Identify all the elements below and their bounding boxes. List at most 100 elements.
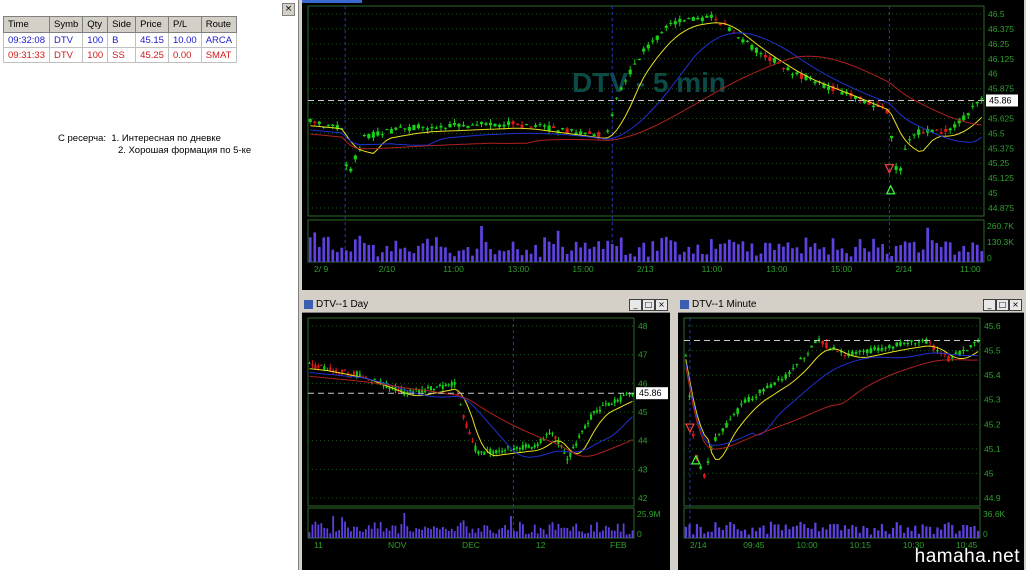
volume-bar — [688, 524, 691, 538]
candle-body — [480, 451, 483, 453]
volume-bar — [466, 247, 470, 262]
close-icon[interactable]: × — [282, 3, 295, 16]
column-header[interactable]: Side — [107, 16, 137, 33]
table-cell: 100 — [82, 32, 109, 48]
candle-body — [331, 124, 335, 127]
price-tick-label: 46 — [638, 378, 648, 388]
chart-5min[interactable]: DTV - 5 min 46.5 46.375 46.25 46.125 46 45.875… — [302, 0, 1024, 290]
candle-body — [504, 450, 507, 452]
candle-body — [688, 395, 691, 397]
column-header[interactable]: Price — [135, 16, 169, 33]
candle-body — [589, 414, 593, 420]
candle-body — [329, 367, 332, 371]
volume-bar — [615, 246, 619, 262]
volume-bar — [890, 255, 893, 262]
candle-body — [453, 381, 456, 385]
candle-body — [736, 37, 740, 39]
volume-bar — [928, 526, 932, 538]
volume-bar — [818, 249, 821, 262]
candle-body — [884, 347, 887, 349]
volume-bar — [628, 253, 632, 262]
candle-body — [438, 384, 441, 387]
price-tick-label: 45.25 — [988, 158, 1010, 168]
chart-5min-window[interactable]: DTV - 5 min 46.5 46.375 46.25 46.125 46 45.875… — [302, 0, 1024, 290]
candle-body — [773, 382, 776, 385]
column-header[interactable]: Symb — [48, 16, 84, 33]
column-header[interactable]: Time — [3, 16, 50, 33]
volume-bar — [341, 517, 343, 538]
volume-bar — [340, 247, 344, 262]
column-header[interactable]: Route — [200, 16, 238, 33]
candle-body — [628, 69, 632, 75]
time-axis-label: 2/14 — [895, 264, 912, 274]
candle-body — [962, 115, 966, 121]
candle-body — [786, 67, 790, 71]
column-header[interactable]: P/L — [167, 16, 202, 33]
candle-body — [637, 58, 641, 60]
volume-bar — [353, 239, 357, 262]
candle-body — [530, 446, 533, 449]
volume-bar — [660, 238, 664, 262]
price-tick-label: 46.375 — [988, 24, 1014, 34]
candle-body — [969, 345, 973, 348]
volume-bar — [692, 534, 695, 538]
candle-body — [566, 458, 569, 461]
candle-body — [932, 345, 936, 350]
volume-bar — [876, 247, 880, 262]
candle-body — [721, 428, 725, 432]
volume-bar — [940, 529, 943, 538]
volume-bar — [971, 242, 975, 262]
price-tick-label: 45.5 — [988, 128, 1005, 138]
candle-body — [520, 124, 524, 128]
volume-bar — [932, 533, 935, 538]
volume-bar — [691, 253, 695, 262]
candle-body — [352, 371, 355, 376]
volume-bar — [637, 247, 641, 262]
volume-bar — [725, 525, 728, 538]
volume-bar — [592, 246, 596, 262]
candle-body — [341, 369, 344, 373]
table-row[interactable]: 09:31:33 DTV 100 SS 45.25 0.00 SMAT — [3, 47, 238, 63]
table-row[interactable]: 09:32:08 DTV 100 B 45.15 10.00 ARCA — [3, 32, 238, 48]
candle-body — [935, 129, 939, 131]
volume-bar — [492, 532, 495, 538]
candle-body — [622, 395, 625, 397]
volume-bar — [412, 253, 416, 262]
candle-body — [361, 375, 364, 377]
table-cell: 09:31:33 — [3, 47, 50, 63]
candle-body — [441, 385, 444, 389]
price-tick-label: 48 — [638, 321, 648, 331]
candle-body — [601, 404, 604, 406]
volume-bar — [751, 527, 754, 538]
chart-minute-window[interactable]: DTV--1 Minute _ □ × 45.6 45.5 45.4 45.3 45.2… — [678, 298, 1024, 570]
candle-body — [763, 54, 768, 58]
volume-bar — [750, 243, 754, 262]
last-price-label: 45.86 — [639, 388, 662, 398]
column-header[interactable]: Qty — [82, 16, 109, 33]
candle-body — [561, 128, 565, 130]
candle-body — [703, 474, 706, 478]
volume-bar — [597, 241, 601, 262]
volume-bar — [399, 248, 402, 262]
candle-body — [747, 397, 751, 402]
volume-tick-label: 130.3K — [987, 237, 1014, 247]
volume-bar — [361, 531, 364, 538]
volume-bar — [958, 530, 961, 538]
volume-bar — [651, 241, 655, 262]
volume-bar — [951, 525, 954, 538]
volume-bar — [721, 529, 724, 538]
candle-body — [592, 134, 596, 137]
candle-body — [696, 17, 700, 20]
volume-bar — [593, 531, 595, 538]
volume-bar — [682, 251, 686, 262]
volume-bar — [435, 237, 438, 262]
candle-body — [443, 127, 448, 129]
volume-bar — [741, 241, 745, 262]
volume-bar — [462, 249, 465, 262]
candle-body — [426, 387, 430, 389]
volume-bar — [338, 530, 341, 538]
volume-bar — [507, 529, 509, 538]
chart-minute[interactable]: 45.6 45.5 45.4 45.3 45.2 45.1 45 44.9 36.6K 0 2/14… — [678, 298, 1024, 570]
chart-day[interactable]: 48 47 46 45 44 43 42 25.9M 0 11 NOV DEC 12 FEB 45.86 — [302, 298, 670, 570]
chart-day-window[interactable]: DTV--1 Day _ □ × 48 47 46 45 44 43 42 25.9M 0 11 N… — [302, 298, 670, 570]
